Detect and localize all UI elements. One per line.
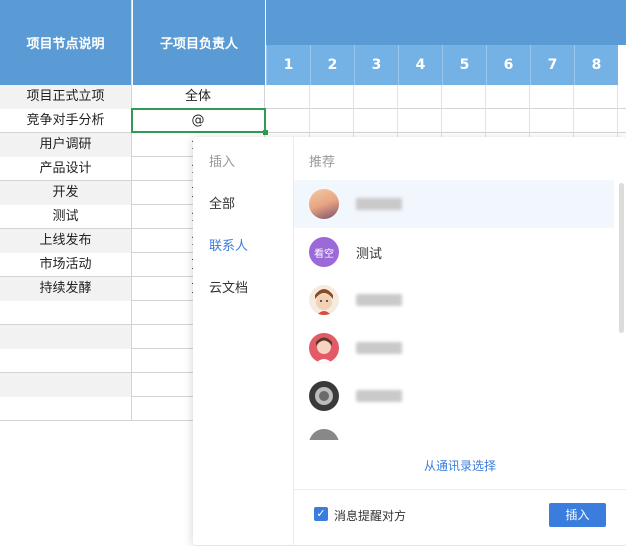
grid-cell[interactable] (530, 85, 574, 109)
header-day-cell[interactable]: 2 (310, 45, 354, 85)
address-book-link[interactable]: 从通讯录选择 (294, 457, 626, 474)
grid-cell[interactable] (398, 109, 442, 133)
grid-cell[interactable] (354, 109, 398, 133)
blurred-name (356, 390, 402, 402)
contact-item[interactable] (294, 420, 614, 440)
blurred-name (356, 198, 402, 210)
nav-all[interactable]: 全部 (209, 193, 235, 212)
table-row: 项目正式立项 全体 (0, 85, 626, 109)
selected-cell[interactable] (131, 108, 266, 133)
popup-nav-title: 插入 (209, 155, 236, 170)
popup-nav-panel: 插入 全部 联系人 云文档 (193, 137, 294, 545)
node-cell[interactable]: 市场活动 (0, 253, 132, 277)
blurred-name (356, 294, 402, 306)
header-day-cell[interactable]: 3 (354, 45, 398, 85)
contact-item[interactable] (294, 372, 614, 420)
grid-cell[interactable] (266, 109, 310, 133)
owner-cell[interactable]: 全体 (132, 85, 265, 109)
contact-name: 测试 (356, 247, 383, 262)
node-cell[interactable]: 持续发酵 (0, 277, 132, 301)
grid-cell[interactable] (574, 85, 618, 109)
grid-cell[interactable] (486, 85, 530, 109)
avatar (309, 429, 339, 440)
table-row: 竞争对手分析 @ (0, 109, 626, 133)
node-cell[interactable] (0, 325, 132, 349)
grid-cell[interactable] (574, 109, 618, 133)
contact-item[interactable] (294, 276, 614, 324)
grid-cell[interactable] (486, 109, 530, 133)
node-cell[interactable]: 竞争对手分析 (0, 109, 132, 133)
avatar (309, 285, 339, 315)
grid-cell[interactable] (310, 109, 354, 133)
popup-contacts-panel: 推荐 看空 测试 从通讯录选择 (294, 137, 626, 545)
node-cell[interactable]: 测试 (0, 205, 132, 229)
nav-contacts[interactable]: 联系人 (209, 235, 248, 254)
scrollbar[interactable] (619, 183, 624, 333)
contact-item[interactable]: 看空 测试 (294, 228, 614, 276)
node-cell[interactable]: 上线发布 (0, 229, 132, 253)
popup-footer: ✓ 消息提醒对方 插入 (294, 489, 626, 546)
avatar: 看空 (309, 237, 339, 267)
node-cell[interactable] (0, 301, 132, 325)
contact-item[interactable] (294, 180, 614, 228)
avatar (309, 189, 339, 219)
node-cell[interactable]: 开发 (0, 181, 132, 205)
grid-cell[interactable] (442, 109, 486, 133)
node-cell[interactable] (0, 397, 132, 421)
notify-label: 消息提醒对方 (334, 509, 407, 523)
node-cell[interactable]: 项目正式立项 (0, 85, 132, 109)
node-cell[interactable] (0, 373, 132, 397)
header-day-cell[interactable]: 7 (530, 45, 574, 85)
grid-cell[interactable] (398, 85, 442, 109)
blurred-name (356, 342, 402, 354)
header-merged-top (266, 0, 626, 45)
node-cell[interactable]: 用户调研 (0, 133, 132, 157)
header-day-cell[interactable]: 4 (398, 45, 442, 85)
nav-cloud-docs[interactable]: 云文档 (209, 277, 248, 296)
avatar (309, 333, 339, 363)
node-cell[interactable]: 产品设计 (0, 157, 132, 181)
node-cell[interactable] (0, 349, 132, 373)
grid-cell[interactable] (530, 109, 574, 133)
recommend-title: 推荐 (309, 155, 336, 170)
header-col-node[interactable]: 项目节点说明 (0, 0, 132, 85)
grid-cell[interactable] (442, 85, 486, 109)
header-day-cell[interactable]: 5 (442, 45, 486, 85)
header-col-owner[interactable]: 子项目负责人 (133, 0, 265, 85)
grid-cell[interactable] (266, 85, 310, 109)
contact-item[interactable] (294, 324, 614, 372)
header-day-cell[interactable]: 8 (574, 45, 618, 85)
grid-cell[interactable] (310, 85, 354, 109)
fill-handle[interactable] (263, 130, 268, 135)
grid-cell[interactable] (354, 85, 398, 109)
insert-button[interactable]: 插入 (549, 503, 606, 527)
mention-popup: 插入 全部 联系人 云文档 推荐 看空 测试 从通讯录选择 ✓ 消息提醒对方 插… (193, 137, 626, 545)
header-day-cell[interactable]: 1 (266, 45, 310, 85)
header-day-cell[interactable]: 6 (486, 45, 530, 85)
notify-checkbox[interactable]: ✓ (314, 507, 328, 521)
avatar (309, 381, 339, 411)
